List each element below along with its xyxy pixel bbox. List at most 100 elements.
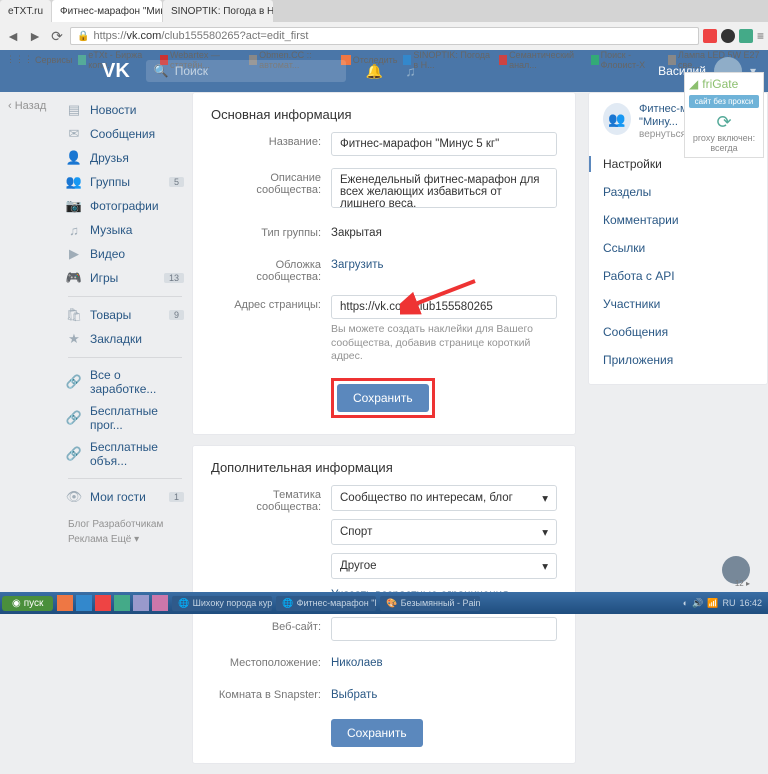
frigate-logo: ◢ friGate <box>689 77 759 91</box>
settings-nav-item[interactable]: Участники <box>603 290 753 318</box>
sidebar-item-video[interactable]: ▶Видео <box>60 242 190 266</box>
website-input[interactable] <box>331 617 557 641</box>
quicklaunch-icon[interactable] <box>133 595 149 611</box>
message-icon: ✉ <box>66 126 82 142</box>
eye-icon: 👁 <box>66 489 82 505</box>
save-button[interactable]: Сохранить <box>337 384 429 412</box>
sidebar-item-music[interactable]: ♫Музыка <box>60 218 190 242</box>
description-input[interactable] <box>331 168 557 208</box>
quicklaunch-icon[interactable] <box>57 595 73 611</box>
browser-tab[interactable]: eTXT.ru <box>0 0 51 22</box>
back-link[interactable]: ‹ Назад <box>8 100 46 112</box>
field-label: Местоположение: <box>211 653 331 669</box>
link-icon: 🔗 <box>66 410 82 426</box>
browser-tabs: eTXT.ru Фитнес-марафон "Мин... × SINOPTI… <box>0 0 768 22</box>
sidebar-item-goods[interactable]: 🛍Товары9 <box>60 303 190 327</box>
location-link[interactable]: Николаев <box>331 653 557 673</box>
notifications-icon[interactable]: 🔔 <box>366 63 383 80</box>
browser-chrome: eTXT.ru Фитнес-марафон "Мин... × SINOPTI… <box>0 0 768 50</box>
quicklaunch-icon[interactable] <box>76 595 92 611</box>
sidebar-item-news[interactable]: ▤Новости <box>60 98 190 122</box>
tray-icon[interactable]: ◐ <box>683 598 688 608</box>
start-button[interactable]: ◉ пуск <box>2 596 53 611</box>
ext-icon[interactable] <box>721 29 735 43</box>
topic-select-2[interactable]: Спорт▾ <box>331 519 557 545</box>
save-button[interactable]: Сохранить <box>331 719 423 747</box>
vk-logo[interactable]: VK <box>102 60 130 83</box>
sidebar-item-photos[interactable]: 📷Фотографии <box>60 194 190 218</box>
browser-tab[interactable]: Фитнес-марафон "Мин... × <box>52 0 162 22</box>
taskbar-task[interactable]: 🎨 Безымянный - Paint <box>380 596 480 611</box>
lock-icon: 🔒 <box>77 31 89 42</box>
name-input[interactable] <box>331 132 557 156</box>
sidebar-footer: Блог Разработчикам Реклама Ещё ▾ <box>60 509 190 555</box>
sidebar-item-guests[interactable]: 👁Мои гости1 <box>60 485 190 509</box>
quicklaunch-icon[interactable] <box>152 595 168 611</box>
address-bar-row: ◄ ► ⟳ 🔒 https://vk.com/club155580265?act… <box>0 22 768 50</box>
ext-icon[interactable] <box>739 29 753 43</box>
field-label: Тематика сообщества: <box>211 485 331 513</box>
music-icon[interactable]: ♫ <box>405 63 416 80</box>
browser-tab[interactable]: SINOPTIK: Погода в Никол... <box>163 0 273 22</box>
tray-clock[interactable]: 16:42 <box>739 598 762 608</box>
tray-lang[interactable]: RU <box>722 598 735 608</box>
frigate-button[interactable]: сайт без прокси <box>689 95 759 108</box>
tray-icon[interactable]: 🔊 <box>692 598 703 609</box>
games-icon: 🎮 <box>66 270 82 286</box>
settings-nav-item[interactable]: Работа с API <box>603 262 753 290</box>
settings-nav-item[interactable]: Комментарии <box>603 206 753 234</box>
link-icon: 🔗 <box>66 374 82 390</box>
sidebar-item-groups[interactable]: 👥Группы5 <box>60 170 190 194</box>
quicklaunch-icon[interactable] <box>114 595 130 611</box>
menu-icon[interactable]: ≡ <box>757 29 764 43</box>
search-icon: 🔍 <box>154 64 169 78</box>
footer-link[interactable]: Реклама <box>68 534 108 545</box>
extension-icons: ≡ <box>703 29 764 43</box>
snapster-room-link[interactable]: Выбрать <box>331 685 557 705</box>
field-label: Описание сообщества: <box>211 168 331 196</box>
frigate-toggle-icon[interactable]: ⟳ <box>689 112 759 133</box>
settings-nav-item[interactable]: Ссылки <box>603 234 753 262</box>
apps-button[interactable]: ⋮⋮⋮ Сервисы <box>6 54 72 65</box>
sidebar-item-friends[interactable]: 👤Друзья <box>60 146 190 170</box>
footer-link[interactable]: Блог <box>68 519 90 530</box>
taskbar-task[interactable]: 🌐 Шихоку порода кур... <box>172 596 272 611</box>
cover-upload-link[interactable]: Загрузить <box>331 255 557 275</box>
video-icon: ▶ <box>66 246 82 262</box>
sidebar-item-extra[interactable]: 🔗Все о заработке... <box>60 364 190 400</box>
friends-icon: 👤 <box>66 150 82 166</box>
field-label: Комната в Snapster: <box>211 685 331 701</box>
forward-icon[interactable]: ► <box>26 27 44 45</box>
settings-nav-item[interactable]: Приложения <box>603 346 753 374</box>
ext-icon[interactable] <box>703 29 717 43</box>
bookmark[interactable]: Поиск - Флорист-X <box>591 50 662 68</box>
field-label: Название: <box>211 132 331 148</box>
sidebar-item-extra[interactable]: 🔗Бесплатные объя... <box>60 436 190 472</box>
field-label: Тип группы: <box>211 223 331 239</box>
topic-select-3[interactable]: Другое▾ <box>331 553 557 579</box>
settings-nav-item[interactable]: Разделы <box>603 178 753 206</box>
sidebar-item-extra[interactable]: 🔗Бесплатные прог... <box>60 400 190 436</box>
page-address-input[interactable] <box>331 295 557 319</box>
chevron-down-icon: ▾ <box>542 491 548 505</box>
bookmark[interactable]: Семантический анал... <box>499 50 585 68</box>
taskbar-task[interactable]: 🌐 Фитнес-марафон "М... <box>276 596 376 611</box>
sidebar-item-bookmarks[interactable]: ★Закладки <box>60 327 190 351</box>
footer-link[interactable]: Разработчикам <box>92 519 163 530</box>
star-icon: ★ <box>66 331 82 347</box>
topic-select[interactable]: Сообщество по интересам, блог▾ <box>331 485 557 511</box>
reload-icon[interactable]: ⟳ <box>48 27 66 45</box>
bookmark[interactable]: SINOPTIK: Погода в Н... <box>403 50 493 68</box>
quicklaunch-icon[interactable] <box>95 595 111 611</box>
settings-nav-item[interactable]: Сообщения <box>603 318 753 346</box>
back-icon[interactable]: ◄ <box>4 27 22 45</box>
chevron-down-icon: ▾ <box>542 525 548 539</box>
sidebar-item-messages[interactable]: ✉Сообщения <box>60 122 190 146</box>
url-input[interactable]: 🔒 https://vk.com/club155580265?act=edit_… <box>70 27 699 45</box>
sidebar-item-games[interactable]: 🎮Игры13 <box>60 266 190 290</box>
floating-avatar-count: 12 ▸ <box>735 579 750 588</box>
footer-link[interactable]: Ещё <box>111 534 131 545</box>
tray-icon[interactable]: 📶 <box>707 598 718 609</box>
search-input[interactable]: 🔍 Поиск <box>146 60 346 82</box>
frigate-widget: ◢ friGate сайт без прокси ⟳ proxy включе… <box>684 72 764 158</box>
